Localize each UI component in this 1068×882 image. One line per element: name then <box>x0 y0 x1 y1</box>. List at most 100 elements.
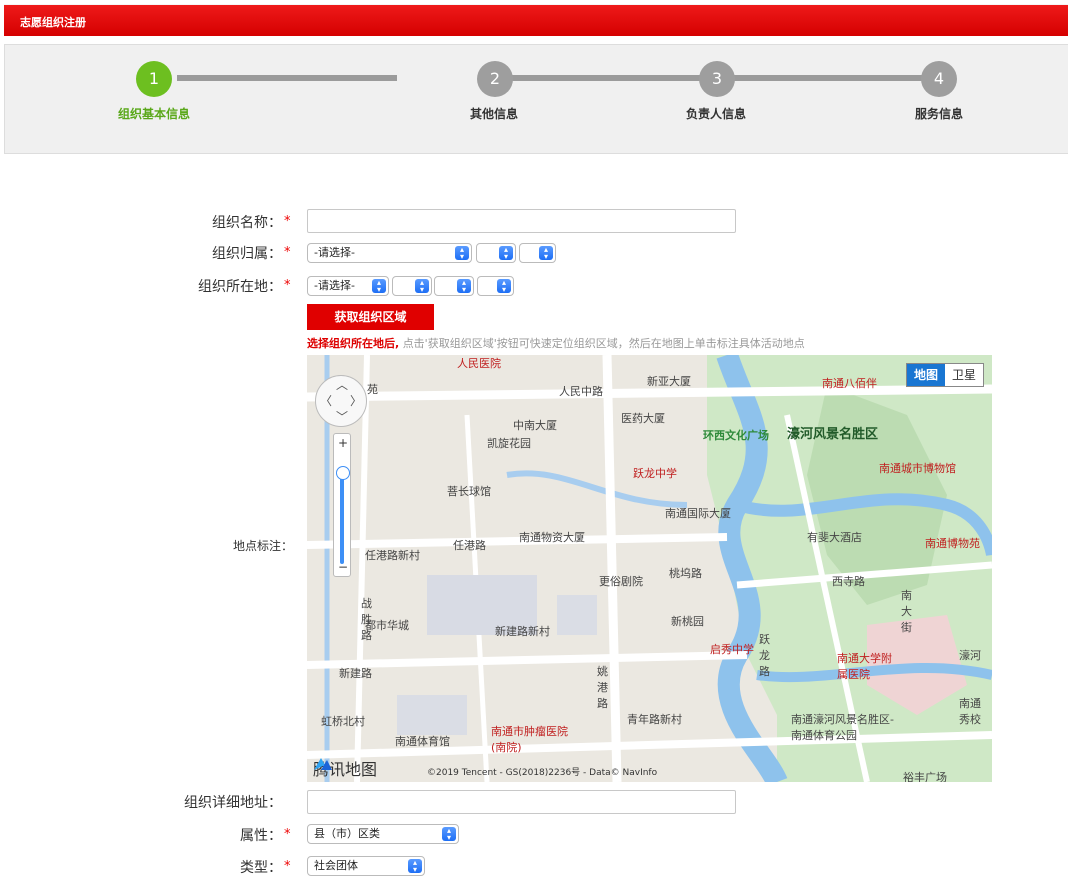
pan-right-icon[interactable]: 〉 <box>350 392 362 409</box>
poi-sports-hall[interactable]: 菩长球馆 <box>447 483 491 499</box>
address-input[interactable] <box>307 790 736 814</box>
poi-huanxi-square[interactable]: 环西文化广场 <box>703 427 769 443</box>
attribute-value: 县（市）区类 <box>314 827 380 840</box>
org-location-select-1[interactable]: -请选择- ▴ ▾ <box>307 276 389 296</box>
select-arrows-icon: ▴ ▾ <box>457 279 471 294</box>
select-arrows-icon: ▴ ▾ <box>499 246 513 261</box>
progress-track-3 <box>731 75 937 81</box>
type-value: 社会团体 <box>314 859 358 872</box>
org-location-value: -请选择- <box>314 279 355 292</box>
step-1-label: 组织基本信息 <box>118 107 191 121</box>
select-arrows-icon: ▴ ▾ <box>455 246 469 261</box>
page-title: 志愿组织注册 <box>20 16 86 29</box>
zoom-in-button[interactable]: + <box>338 436 348 450</box>
poi-gengsu-theatre[interactable]: 更俗剧院 <box>599 573 643 589</box>
poi-nantong-babaiban[interactable]: 南通八佰伴 <box>822 375 877 391</box>
poi-yuan: 苑 <box>367 383 378 396</box>
poi-kaixuan-garden[interactable]: 凯旋花园 <box>487 435 531 451</box>
get-area-button[interactable]: 获取组织区域 <box>307 304 434 330</box>
map-copyright: ©2019 Tencent - GS(2018)2236号 - Data© Na… <box>427 768 658 778</box>
select-arrows-icon: ▴ ▾ <box>442 827 456 842</box>
poi-cancer-hospital[interactable]: 南通市肿瘤医院(南院) <box>491 723 571 755</box>
hint-highlight: 选择组织所在地后, <box>307 337 400 350</box>
poi-rengang-village[interactable]: 任港路新村 <box>365 547 420 563</box>
poi-yuelong-school[interactable]: 跃龙中学 <box>633 465 677 481</box>
poi-nantong-museum[interactable]: 南通博物苑 <box>925 535 980 551</box>
poi-yuelong-road: 跃龙路 <box>759 633 770 678</box>
zoom-out-button[interactable]: − <box>338 560 348 574</box>
address-label: 组织详细地址： <box>184 795 282 811</box>
hint-text: 点击'获取组织区域'按钮可快速定位组织区域，然后在地图上单击标注具体活动地点 <box>402 337 805 350</box>
poi-youfei-hotel[interactable]: 有斐大酒店 <box>807 529 862 545</box>
org-location-select-3[interactable]: ▴ ▾ <box>434 276 474 296</box>
poi-nt-university-hospital[interactable]: 南通大学附属医院 <box>837 650 897 682</box>
org-affiliation-select-1[interactable]: -请选择- ▴ ▾ <box>307 243 472 263</box>
map-type-switch: 地图 卫星 <box>905 363 984 387</box>
type-label: 类型： <box>240 860 282 876</box>
step-2-label: 其他信息 <box>470 107 519 121</box>
map-type-map[interactable]: 地图 <box>906 364 945 386</box>
pan-up-icon[interactable]: ︿ <box>336 376 348 393</box>
org-affiliation-value: -请选择- <box>314 246 355 259</box>
poi-city-museum[interactable]: 南通城市博物馆 <box>879 460 956 476</box>
org-affiliation-label: 组织归属： <box>212 246 282 262</box>
select-arrows-icon: ▴ ▾ <box>539 246 553 261</box>
poi-nan-street: 南大街 <box>901 589 912 634</box>
poi-xiu-school[interactable]: 南通秀校 <box>959 695 989 727</box>
zoom-slider-handle[interactable] <box>336 466 350 480</box>
poi-medicine-tower[interactable]: 医药大厦 <box>621 410 665 426</box>
poi-hongqiao-village[interactable]: 虹桥北村 <box>321 713 365 729</box>
org-affiliation-select-3[interactable]: ▴ ▾ <box>519 243 556 263</box>
poi-xinya-tower[interactable]: 新亚大厦 <box>647 373 691 389</box>
poi-nantong-gym[interactable]: 南通体育馆 <box>395 733 450 749</box>
poi-sports-park[interactable]: 南通濠河风景名胜区-南通体育公园 <box>791 711 901 743</box>
select-arrows-icon: ▴ ▾ <box>415 279 429 294</box>
poi-qixiu-school[interactable]: 启秀中学 <box>710 641 754 657</box>
poi-qingnian-village[interactable]: 青年路新村 <box>627 711 682 727</box>
org-affiliation-required: * <box>284 245 291 260</box>
map-pan-control[interactable]: ︿ 〈 〉 ﹀ <box>315 375 367 427</box>
org-name-input[interactable] <box>307 209 736 233</box>
zoom-track[interactable] <box>340 472 344 564</box>
poi-yaogang-road: 姚港路 <box>597 665 608 710</box>
poi-taowu-road: 桃坞路 <box>669 567 702 580</box>
pan-down-icon[interactable]: ﹀ <box>336 408 348 425</box>
poi-xintao-garden[interactable]: 新桃园 <box>671 613 704 629</box>
attribute-select[interactable]: 县（市）区类 ▴ ▾ <box>307 824 459 844</box>
location-map[interactable]: 人民医院 人民中路 新亚大厦 中南大厦 医药大厦 凯旋花园 环西文化广场 濠河风… <box>307 355 992 782</box>
pan-left-icon[interactable]: 〈 <box>320 392 332 409</box>
type-select[interactable]: 社会团体 ▴ ▾ <box>307 856 425 876</box>
poi-haohe: 濠河 <box>959 649 981 662</box>
step-progress: 1 2 3 4 组织基本信息 其他信息 负责人信息 服务信息 <box>4 44 1068 154</box>
poi-zhongnan-tower[interactable]: 中南大厦 <box>513 417 557 433</box>
poi-haohe-scenic[interactable]: 濠河风景名胜区 <box>787 423 878 442</box>
org-name-label: 组织名称： <box>212 215 282 231</box>
poi-zhansheng-road: 战胜路 <box>361 597 372 642</box>
map-zoom-control: + − <box>333 433 351 577</box>
select-arrows-icon: ▴ ▾ <box>497 279 511 294</box>
poi-yufeng-plaza[interactable]: 裕丰广场 <box>903 769 947 782</box>
poi-people-hospital[interactable]: 人民医院 <box>457 355 501 371</box>
type-required: * <box>284 859 291 874</box>
poi-materials-tower[interactable]: 南通物资大厦 <box>519 529 585 545</box>
poi-xisi-road: 西寺路 <box>832 575 865 588</box>
poi-renmin-road: 人民中路 <box>559 385 603 398</box>
org-location-select-4[interactable]: ▴ ▾ <box>477 276 514 296</box>
poi-rengang-road: 任港路 <box>453 539 486 552</box>
progress-track-2 <box>509 75 709 81</box>
step-4-label: 服务信息 <box>915 107 964 121</box>
step-3-label: 负责人信息 <box>686 107 747 121</box>
map-type-satellite[interactable]: 卫星 <box>945 364 983 386</box>
step-1-circle: 1 <box>136 61 172 97</box>
poi-intl-tower[interactable]: 南通国际大厦 <box>665 505 731 521</box>
registration-page: 志愿组织注册 1 2 3 4 组织基本信息 其他信息 负责人信息 服务信息 组织… <box>0 0 1068 882</box>
org-affiliation-select-2[interactable]: ▴ ▾ <box>476 243 516 263</box>
org-location-required: * <box>284 278 291 293</box>
progress-track-1 <box>177 75 397 81</box>
select-arrows-icon: ▴ ▾ <box>408 859 422 874</box>
org-location-select-2[interactable]: ▴ ▾ <box>392 276 432 296</box>
poi-xinjianlu-village[interactable]: 新建路新村 <box>495 623 550 639</box>
attribute-required: * <box>284 827 291 842</box>
org-name-required: * <box>284 214 291 229</box>
step-3-circle: 3 <box>699 61 735 97</box>
